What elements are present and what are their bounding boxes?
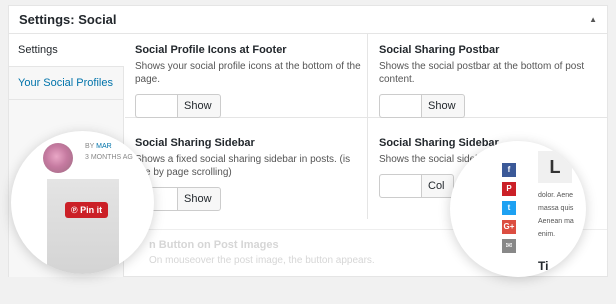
post-text-line: Aenean ma xyxy=(538,218,574,225)
pin-it-preview-bubble: BY MAR 3 MONTHS AG ℗ Pin it xyxy=(11,131,154,274)
post-byline: BY MAR 3 MONTHS AG xyxy=(85,141,133,163)
avatar xyxy=(43,143,73,173)
sharing-sidebar-preview-bubble: f P t G+ ✉ L dolor. Aene massa quis Aene… xyxy=(450,141,586,277)
tab-your-social-profiles[interactable]: Your Social Profiles xyxy=(9,67,123,100)
pinterest-icon[interactable]: P xyxy=(502,182,516,196)
post-date: 3 MONTHS AG xyxy=(85,154,133,161)
panel-title: Settings: Social xyxy=(19,12,117,27)
post-heading: Ti xyxy=(538,259,549,273)
toggle-switch[interactable] xyxy=(380,95,422,117)
pin-it-button[interactable]: ℗ Pin it xyxy=(65,202,109,218)
panel-header: Settings: Social ▲ xyxy=(9,6,607,34)
show-toggle-button[interactable]: Show xyxy=(135,94,221,118)
byline-prefix: BY xyxy=(85,143,95,150)
field-title: n Button on Post Images xyxy=(149,239,279,251)
field-title: Social Profile Icons at Footer xyxy=(135,44,287,56)
field-description: Shows your social profile icons at the b… xyxy=(135,61,361,85)
post-image xyxy=(47,179,119,274)
field-pin-button-post-images: n Button on Post Images On mouseover the… xyxy=(149,239,409,266)
facebook-icon[interactable]: f xyxy=(502,163,516,177)
field-title: Social Sharing Postbar xyxy=(379,44,500,56)
post-text-line: dolor. Aene xyxy=(538,192,574,199)
show-toggle-button[interactable]: Show xyxy=(379,94,465,118)
twitter-icon[interactable]: t xyxy=(502,201,516,215)
toggle-label: Show xyxy=(428,100,456,112)
field-social-sharing-postbar: Social Sharing Postbar Shows the social … xyxy=(379,44,613,122)
field-description-line-1: Shows a fixed social sharing sidebar in … xyxy=(135,154,351,165)
mail-icon[interactable]: ✉ xyxy=(502,239,516,253)
toggle-switch[interactable] xyxy=(380,175,422,197)
share-bar: f P t G+ ✉ xyxy=(502,163,516,258)
field-social-sharing-sidebar: Social Sharing Sidebar Shows a fixed soc… xyxy=(135,137,369,215)
google-plus-icon[interactable]: G+ xyxy=(502,220,516,234)
pinterest-icon: ℗ xyxy=(71,205,78,215)
avatar: L xyxy=(538,151,572,183)
post-excerpt: dolor. Aene massa quis Aenean ma enim. xyxy=(538,189,586,241)
pin-it-label: Pin it xyxy=(80,205,103,215)
field-social-profile-icons-footer: Social Profile Icons at Footer Shows you… xyxy=(135,44,369,122)
author-link[interactable]: MAR xyxy=(96,143,112,150)
field-description-line-2: ible by page scrolling) xyxy=(135,167,232,178)
field-title: Social Sharing Sidebar xyxy=(135,137,255,149)
toggle-label: Show xyxy=(184,193,212,205)
tab-settings[interactable]: Settings xyxy=(9,34,124,67)
post-text-line: enim. xyxy=(538,231,556,238)
triangle-up-icon[interactable]: ▲ xyxy=(589,15,597,24)
field-description: On mouseover the post image, the button … xyxy=(149,255,375,266)
post-text-line: massa quis xyxy=(538,205,574,212)
field-description: Shows a fixed social sharing sidebar in … xyxy=(135,153,369,179)
toggle-label: Col xyxy=(428,180,445,192)
field-description: Shows the social postbar at the bottom o… xyxy=(379,61,585,85)
show-toggle-button[interactable]: Col xyxy=(379,174,454,198)
toggle-switch[interactable] xyxy=(136,95,178,117)
toggle-label: Show xyxy=(184,100,212,112)
